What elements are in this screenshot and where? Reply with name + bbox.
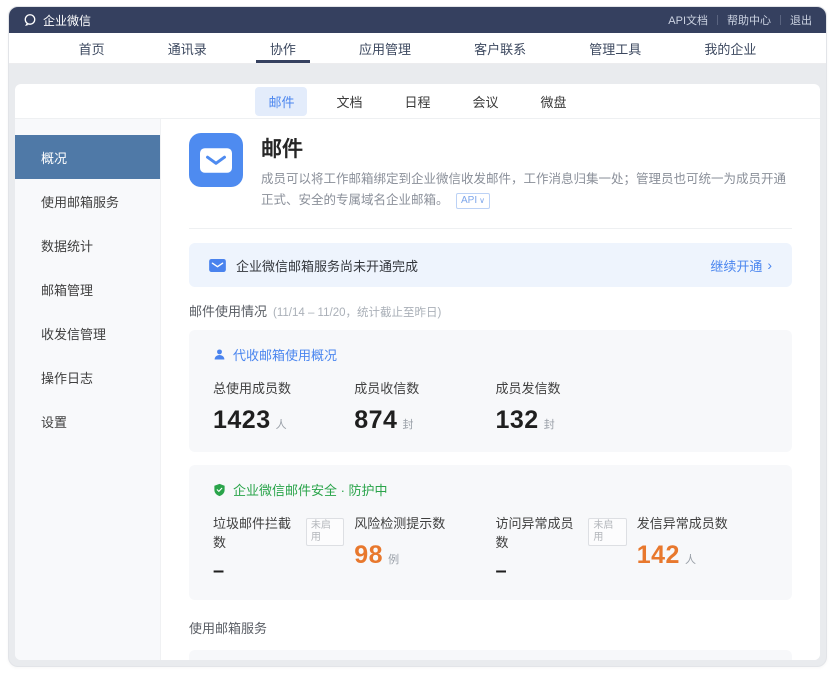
content-card: 邮件 文档 日程 会议 微盘 概况 使用邮箱服务 数据统计 邮箱管理 收发信管理… [15,84,820,660]
stat-value: 874 [354,406,397,435]
nav-tab-my-company[interactable]: 我的企业 [690,33,770,63]
stat-value: 132 [496,406,539,435]
stat-label: 访问异常成员数 [496,513,582,551]
main-content: 邮件 成员可以将工作邮箱绑定到企业微信收发邮件，工作消息归集一处；管理员也可统一… [161,119,820,660]
sidebar-item-overview[interactable]: 概况 [15,135,160,179]
app-description-text: 成员可以将工作邮箱绑定到企业微信收发邮件，工作消息归集一处；管理员也可统一为成员… [261,172,786,207]
stat-unit: 例 [388,551,399,567]
stat-label: 总使用成员数 [213,378,344,397]
stat-abnormal-senders: 发信异常成员数 142 人 [637,513,768,583]
stat-value: – [213,560,225,583]
topbar-link-logout[interactable]: 退出 [790,12,812,28]
continue-setup-label: 继续开通 [710,256,762,275]
usage-section-header: 邮件使用情况 (11/14 – 11/20，统计截止至昨日) [189,301,792,320]
topbar: 企业微信 API文档 帮助中心 退出 [9,7,826,33]
proxy-card-header: 代收邮箱使用概况 [213,345,768,364]
sidebar-item-statistics[interactable]: 数据统计 [15,223,160,267]
stat-label: 风险检测提示数 [354,513,485,532]
not-enabled-badge: 未启用 [306,518,344,546]
security-card-header: 企业微信邮件安全 · 防护中 [213,480,768,499]
proxy-card-title: 代收邮箱使用概况 [233,345,337,364]
mail-icon [209,259,226,272]
stat-unit: 人 [685,551,696,567]
usage-date-range: (11/14 – 11/20，统计截止至昨日) [273,304,441,320]
sub-nav: 邮件 文档 日程 会议 微盘 [15,84,820,119]
service-section-title: 使用邮箱服务 [189,618,792,637]
mail-security-card: 企业微信邮件安全 · 防护中 垃圾邮件拦截数 未启用 – [189,465,792,600]
chevron-right-icon: › [767,258,772,272]
security-stats: 垃圾邮件拦截数 未启用 – 风险检测提示数 98 [213,513,768,583]
security-card-title: 企业微信邮件安全 · 防护中 [233,480,388,499]
nav-tab-customer-contact[interactable]: 客户联系 [460,33,540,63]
brand-name: 企业微信 [43,12,91,29]
sidebar-item-operation-log[interactable]: 操作日志 [15,355,160,399]
usage-section-title: 邮件使用情况 [189,301,267,320]
main-nav: 首页 通讯录 协作 应用管理 客户联系 管理工具 我的企业 [9,33,826,64]
stat-value: 142 [637,541,680,570]
subnav-tab-meeting[interactable]: 会议 [460,87,512,116]
stat-value: – [496,560,508,583]
nav-tab-collaboration[interactable]: 协作 [256,33,310,63]
content-row: 概况 使用邮箱服务 数据统计 邮箱管理 收发信管理 操作日志 设置 [15,119,820,660]
wecom-logo-icon [23,13,37,27]
mail-app-icon [189,133,243,187]
stat-label: 发信异常成员数 [637,513,768,532]
setup-banner: 企业微信邮箱服务尚未开通完成 继续开通 › [189,243,792,287]
topbar-link-api-docs[interactable]: API文档 [668,12,708,28]
workspace: 邮件 文档 日程 会议 微盘 概况 使用邮箱服务 数据统计 邮箱管理 收发信管理… [9,64,826,666]
stat-risk-alerts: 风险检测提示数 98 例 [354,513,485,583]
stat-label: 成员发信数 [496,378,627,397]
divider [717,15,718,25]
stat-mails-received: 成员收信数 874 封 [354,378,485,435]
stat-mails-sent: 成员发信数 132 封 [496,378,627,435]
proxy-usage-card: 代收邮箱使用概况 总使用成员数 1423 人 成员收信 [189,330,792,452]
stat-unit: 封 [402,416,413,432]
divider [189,228,792,229]
api-dropdown[interactable]: API ∨ [456,193,490,209]
app-description: 成员可以将工作邮箱绑定到企业微信收发邮件，工作消息归集一处；管理员也可统一为成员… [261,169,792,210]
nav-tab-app-management[interactable]: 应用管理 [345,33,425,63]
sidebar-item-send-receive[interactable]: 收发信管理 [15,311,160,355]
sidebar-item-mail-service[interactable]: 使用邮箱服务 [15,179,160,223]
banner-text: 企业微信邮箱服务尚未开通完成 [236,256,418,275]
topbar-link-help-center[interactable]: 帮助中心 [727,12,771,28]
app-header: 邮件 成员可以将工作邮箱绑定到企业微信收发邮件，工作消息归集一处；管理员也可统一… [189,133,792,210]
divider [780,15,781,25]
nav-tab-contacts[interactable]: 通讯录 [154,33,221,63]
stat-value: 98 [354,541,383,570]
stat-total-members: 总使用成员数 1423 人 [213,378,344,435]
proxy-stats: 总使用成员数 1423 人 成员收信数 874 封 [213,378,768,435]
app-header-text: 邮件 成员可以将工作邮箱绑定到企业微信收发邮件，工作消息归集一处；管理员也可统一… [261,133,792,210]
stat-value: 1423 [213,406,271,435]
sidebar-item-settings[interactable]: 设置 [15,399,160,443]
stat-label: 垃圾邮件拦截数 [213,513,299,551]
subnav-tab-mail[interactable]: 邮件 [255,87,307,116]
nav-tab-home[interactable]: 首页 [65,33,119,63]
chevron-down-icon: ∨ [479,194,485,208]
continue-setup-link[interactable]: 继续开通 › [710,256,772,275]
app-window: 企业微信 API文档 帮助中心 退出 首页 通讯录 协作 应用管理 客户联系 管… [8,6,827,667]
brand: 企业微信 [23,12,91,29]
topbar-links: API文档 帮助中心 退出 [668,12,812,28]
subnav-tab-calendar[interactable]: 日程 [391,87,443,116]
stat-spam-blocked: 垃圾邮件拦截数 未启用 – [213,513,344,583]
stat-label: 成员收信数 [354,378,485,397]
page-title: 邮件 [261,133,792,163]
sidebar-item-mailbox-management[interactable]: 邮箱管理 [15,267,160,311]
user-icon [213,348,226,361]
domain-card: 企业域名 tangyun.com 开通中 继续开通 ··· [189,650,792,660]
subnav-tab-docs[interactable]: 文档 [323,87,375,116]
not-enabled-badge: 未启用 [588,518,626,546]
shield-icon [213,483,226,497]
stat-unit: 人 [276,416,287,432]
nav-tab-admin-tools[interactable]: 管理工具 [575,33,655,63]
api-label: API [461,194,477,208]
stat-abnormal-access: 访问异常成员数 未启用 – [496,513,627,583]
sidebar: 概况 使用邮箱服务 数据统计 邮箱管理 收发信管理 操作日志 设置 [15,119,161,660]
subnav-tab-drive[interactable]: 微盘 [528,87,580,116]
stat-unit: 封 [544,416,555,432]
